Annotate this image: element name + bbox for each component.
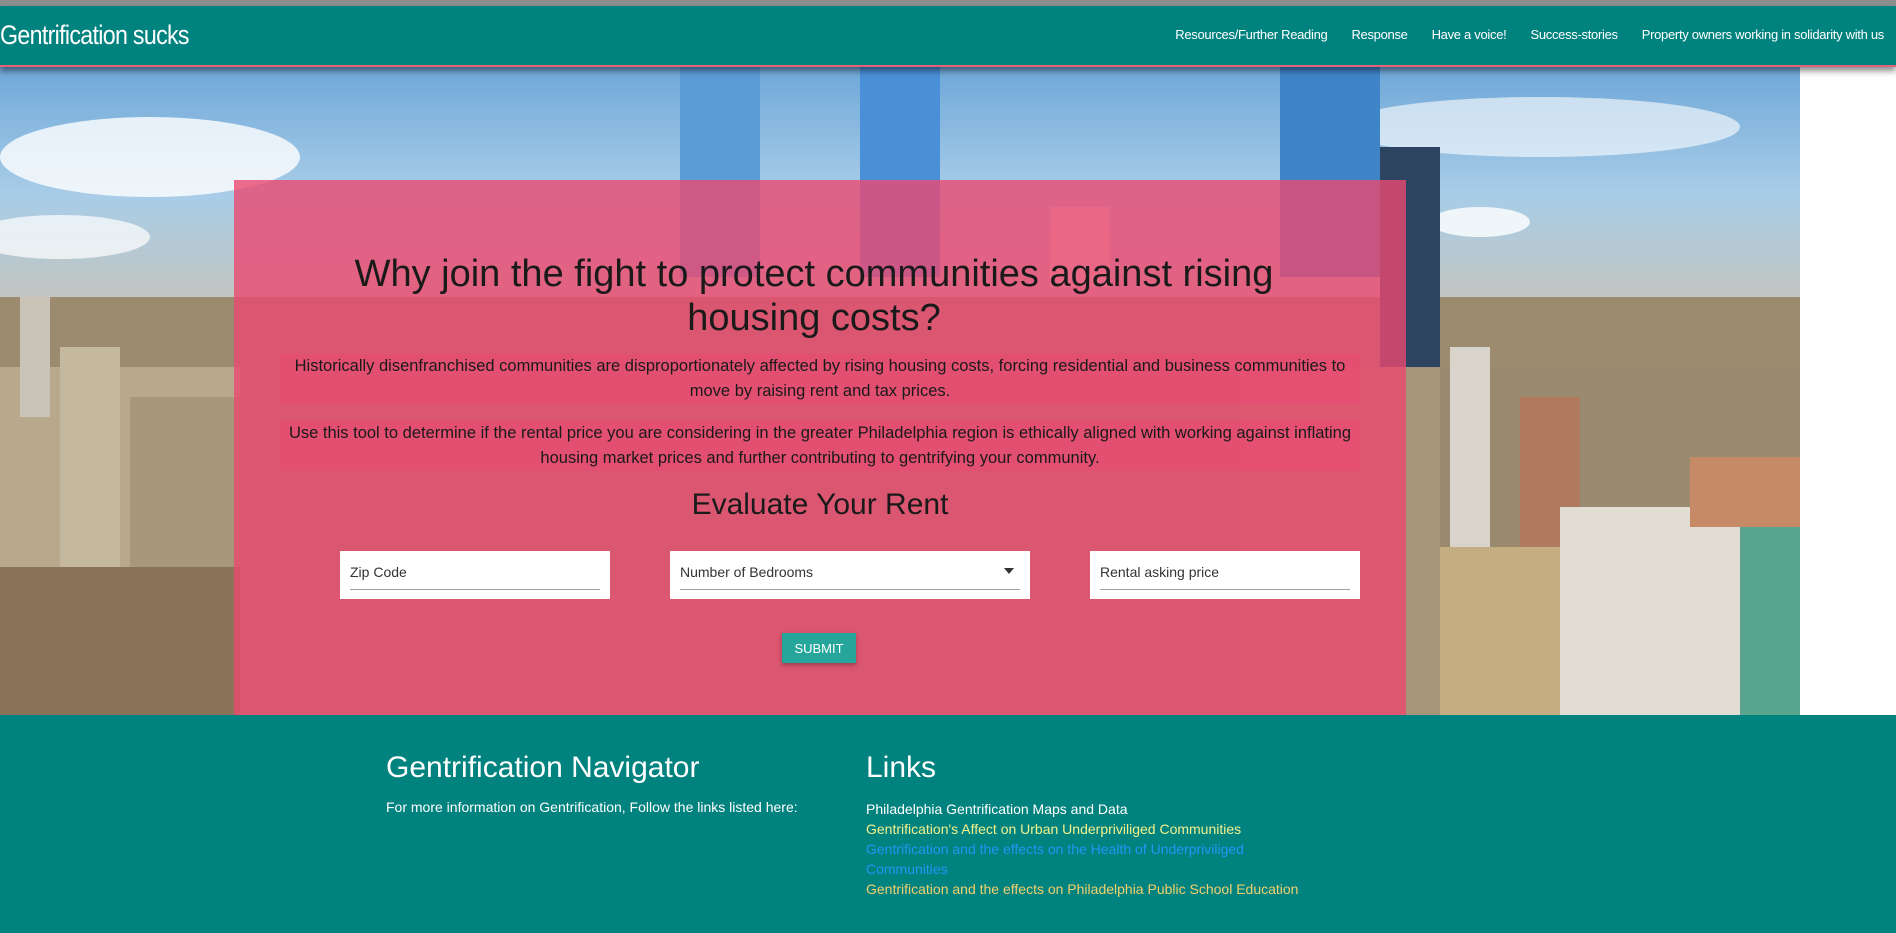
nav-property-owners-link[interactable]: Property owners working in solidarity wi… xyxy=(1642,27,1885,42)
footer: Gentrification Navigator For more inform… xyxy=(0,715,1896,933)
bedrooms-select-label: Number of Bedrooms xyxy=(680,564,814,580)
nav-resources-link[interactable]: Resources/Further Reading xyxy=(1175,27,1328,42)
submit-button[interactable]: SUBMIT xyxy=(782,633,856,663)
hero-card: Why join the fight to protect communitie… xyxy=(234,180,1406,715)
footer-navigator-title: Gentrification Navigator xyxy=(386,751,700,784)
nav-response-link[interactable]: Response xyxy=(1351,27,1407,42)
footer-navigator-column: Gentrification Navigator For more inform… xyxy=(386,751,798,815)
rental-price-field[interactable]: Rental asking price xyxy=(1090,551,1360,599)
hero-title: Why join the fight to protect communitie… xyxy=(354,253,1274,339)
nav-links: Resources/Further Reading Response Have … xyxy=(1151,27,1884,42)
zip-code-input[interactable]: Zip Code xyxy=(350,562,600,590)
footer-link-education[interactable]: Gentrification and the effects on Philad… xyxy=(866,879,1326,899)
nav-have-a-voice-link[interactable]: Have a voice! xyxy=(1432,27,1507,42)
footer-links-title: Links xyxy=(866,751,937,784)
footer-link-health[interactable]: Gentrification and the effects on the He… xyxy=(866,839,1326,879)
rental-price-input[interactable]: Rental asking price xyxy=(1100,562,1350,590)
zip-code-field[interactable]: Zip Code xyxy=(340,551,610,599)
bedrooms-select[interactable]: Number of Bedrooms xyxy=(670,551,1030,599)
bedrooms-select-box[interactable]: Number of Bedrooms xyxy=(680,562,1020,590)
footer-link-urban-communities[interactable]: Gentrification's Affect on Urban Underpr… xyxy=(866,819,1326,839)
footer-navigator-text: For more information on Gentrification, … xyxy=(386,799,798,815)
hero-paragraph-2: Use this tool to determine if the rental… xyxy=(280,421,1360,471)
footer-links-column: Links Philadelphia Gentrification Maps a… xyxy=(866,751,1326,899)
caret-down-icon xyxy=(1004,568,1014,574)
right-white-gap xyxy=(1800,67,1896,715)
footer-link-maps-data[interactable]: Philadelphia Gentrification Maps and Dat… xyxy=(866,799,1326,819)
nav-success-stories-link[interactable]: Success-stories xyxy=(1530,27,1618,42)
brand-logo[interactable]: Gentrification sucks xyxy=(0,20,190,51)
evaluate-rent-title: Evaluate Your Rent xyxy=(691,488,949,521)
navbar: Gentrification sucks Resources/Further R… xyxy=(0,6,1896,67)
hero-paragraph-1: Historically disenfranchised communities… xyxy=(280,354,1360,404)
